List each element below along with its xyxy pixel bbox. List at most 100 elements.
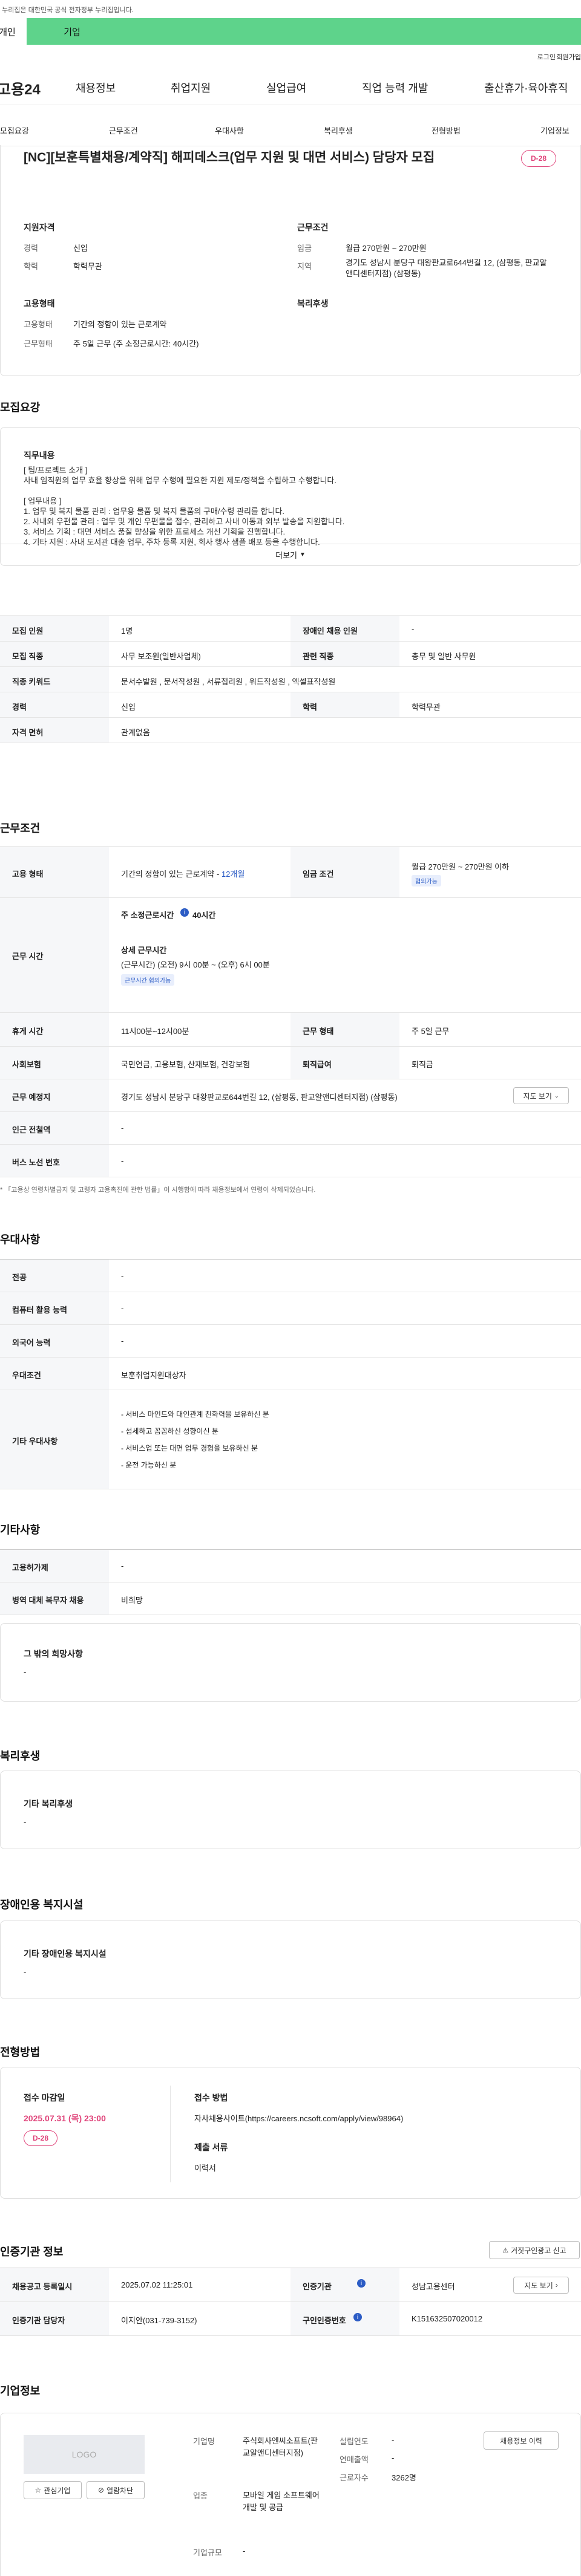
nav-item-parental-leave[interactable]: 출산휴가·육아휴직: [484, 80, 568, 96]
util-bar: 로그인 회원가입: [0, 48, 581, 67]
disabled-value: -: [24, 1967, 27, 1976]
section-link-work[interactable]: 근무조건: [109, 125, 138, 136]
tab-personal[interactable]: 개인: [0, 18, 27, 45]
map-button[interactable]: 지도 보기 ⌄: [513, 1087, 569, 1104]
section-link-pref[interactable]: 우대사항: [215, 125, 244, 136]
hours-tag: 근무시간 협의가능: [121, 974, 175, 986]
table-row: 모집 직종 사무 보조원(일반사업체) 관련 직종 총무 및 일반 사무원: [0, 642, 581, 667]
section-link-company[interactable]: 기업정보: [540, 125, 570, 136]
row-label: 채용공고 등록일시: [12, 2282, 73, 2291]
chevron-right-icon: ›: [555, 2281, 558, 2289]
user-type-tabs: 개인 기업: [0, 18, 581, 45]
row-label: 퇴직급여: [303, 1060, 332, 1069]
job-summary-card: [NC][보훈특별채용/계약직] 해피데스크(업무 지원 및 대면 서비스) 담…: [0, 145, 581, 376]
detail-hours-label: 상세 근무시간: [121, 946, 167, 955]
section-link-recruit[interactable]: 모집요강: [0, 125, 29, 136]
section-title-other: 기타사항: [0, 1524, 41, 1536]
signup-link[interactable]: 회원가입: [557, 52, 581, 62]
disabled-title: 기타 장애인용 복지시설: [24, 1949, 107, 1959]
job-history-button[interactable]: 채용정보 이력: [484, 2431, 559, 2450]
table-row: 버스 노선 번호 -: [0, 1145, 581, 1177]
company-est-label: 설립연도: [340, 2437, 369, 2446]
company-employees-value: 3262명: [392, 2473, 416, 2482]
docs-value: 이력서: [194, 2164, 216, 2173]
table-row: 기타 우대사항 - 서비스 마인드와 대인관계 친화력을 보유하신 분 - 섬세…: [0, 1390, 581, 1489]
star-icon: ☆: [34, 2486, 42, 2494]
nav-item-unemployment-benefit[interactable]: 실업급여: [266, 80, 306, 96]
row-label: 병역 대체 복무자 채용: [12, 1596, 84, 1605]
section-title-auth: 인증기관 정보: [0, 2246, 64, 2258]
section-title-benefit: 복리후생: [0, 1750, 41, 1762]
company-employees-label: 근로자수: [340, 2473, 369, 2482]
row-value: 11시00분~12시00분: [121, 1027, 189, 1036]
row-label: 고용허가제: [12, 1563, 48, 1572]
company-biz-value: 모바일 게임 소프트웨어 개발 및 공급: [243, 2491, 320, 2512]
row-label: 우대조건: [12, 1371, 41, 1380]
row-value: 보훈취업지원대상자: [121, 1371, 186, 1380]
table-row: 근무 예정지 경기도 성남시 분당구 대왕판교로644번길 12, (삼평동, …: [0, 1079, 581, 1112]
company-biz-label: 업종: [193, 2491, 208, 2500]
cond-label: 임금: [297, 244, 312, 253]
list-item: - 서비스업 또는 대면 업무 경험을 보유하신 분: [121, 1444, 258, 1452]
row-value: K151632507020012: [412, 2314, 483, 2323]
age-note: * 「고용상 연령차별금지 및 고령자 고용촉진에 관한 법률」이 시행함에 따…: [0, 1186, 316, 1194]
row-label: 근무 예정지: [12, 1093, 51, 1102]
row-value: 2025.07.02 11:25:01: [121, 2280, 193, 2289]
row-label: 임금 조건: [303, 870, 334, 879]
tab-company[interactable]: 기업: [27, 18, 117, 45]
row-value: 이지안(031-739-3152): [121, 2316, 197, 2325]
more-label: 더보기: [275, 551, 297, 560]
report-fake-ad-label: 거짓구인광고 신고: [511, 2246, 566, 2255]
pay-value: 월급 270만원 ~ 270만원 이하: [412, 862, 510, 871]
info-icon[interactable]: i: [353, 2313, 362, 2321]
section-title-company: 기업정보: [0, 2385, 41, 2397]
benefit-card: 기타 복리후생 -: [0, 1771, 581, 1849]
duty-line: [ 팀/프로젝트 소개 ]: [24, 466, 88, 475]
duty-line: 사내 임직원의 업무 효율 향상을 위해 업무 수행에 필요한 지원 제도/정책…: [24, 476, 337, 485]
table-row: 컴퓨터 활용 능력 -: [0, 1292, 581, 1325]
emp-value: 기간의 정함이 있는 근로계약: [73, 320, 167, 329]
row-value: 비희망: [121, 1596, 143, 1605]
cond-title: 근무조건: [297, 223, 329, 232]
table-row: 인근 전철역 -: [0, 1112, 581, 1145]
row-value: 1명: [121, 626, 133, 636]
nav-item-employment-support[interactable]: 취업지원: [171, 80, 211, 96]
row-value: 신입: [121, 703, 136, 712]
report-fake-ad-button[interactable]: ⚠ 거짓구인광고 신고: [489, 2241, 580, 2259]
more-button[interactable]: 더보기 ▼: [1, 544, 580, 565]
company-revenue-value: -: [392, 2453, 395, 2462]
table-row: 외국어 능력 -: [0, 1325, 581, 1358]
table-row: 모집 인원 1명 장애인 채용 인원 -: [0, 616, 581, 642]
section-link-benefit[interactable]: 복리후생: [324, 125, 353, 136]
login-link[interactable]: 로그인: [537, 52, 556, 62]
table-row: 전공 -: [0, 1260, 581, 1292]
row-value: -: [121, 1336, 124, 1345]
info-icon[interactable]: i: [180, 908, 189, 917]
info-icon[interactable]: i: [357, 2279, 366, 2288]
wish-value: -: [24, 1667, 27, 1676]
row-value: -: [121, 1561, 124, 1570]
table-row: 고용 형태 기간의 정함이 있는 근로계약 - 12개월 임금 조건 월급 27…: [0, 847, 581, 898]
cond-label: 지역: [297, 262, 312, 271]
company-est-value: -: [392, 2435, 395, 2444]
nav-item-vocational-training[interactable]: 직업 능력 개발: [362, 80, 428, 96]
qual-value: 신입: [73, 244, 88, 253]
block-company-button[interactable]: ⊘ 열람차단: [87, 2481, 145, 2499]
section-link-process[interactable]: 전형방법: [432, 125, 461, 136]
row-value: 관계없음: [121, 728, 150, 737]
favorite-company-button[interactable]: ☆ 관심기업: [24, 2481, 82, 2499]
nav-item-jobs[interactable]: 채용정보: [76, 80, 116, 96]
map-button[interactable]: 지도 보기 ›: [513, 2277, 569, 2294]
section-title-disabled: 장애인용 복지시설: [0, 1899, 84, 1911]
benefit-value: -: [24, 1817, 27, 1826]
row-label: 모집 직종: [12, 652, 44, 661]
emp-months: 12개월: [221, 870, 245, 879]
row-label: 외국어 능력: [12, 1338, 51, 1347]
wish-card: 그 밖의 희망사항 -: [0, 1623, 581, 1702]
process-card: 접수 마감일 2025.07.31 (목) 23:00 D-28 접수 방법 자…: [0, 2067, 581, 2199]
method-title: 접수 방법: [194, 2093, 228, 2103]
cond-value: 월급 270만원 ~ 270만원: [346, 244, 427, 253]
duty-line: [ 업무내용 ]: [24, 496, 62, 506]
list-item: - 서비스 마인드와 대인관계 친화력을 보유하신 분: [121, 1410, 269, 1419]
site-logo[interactable]: 고용24: [0, 77, 41, 99]
